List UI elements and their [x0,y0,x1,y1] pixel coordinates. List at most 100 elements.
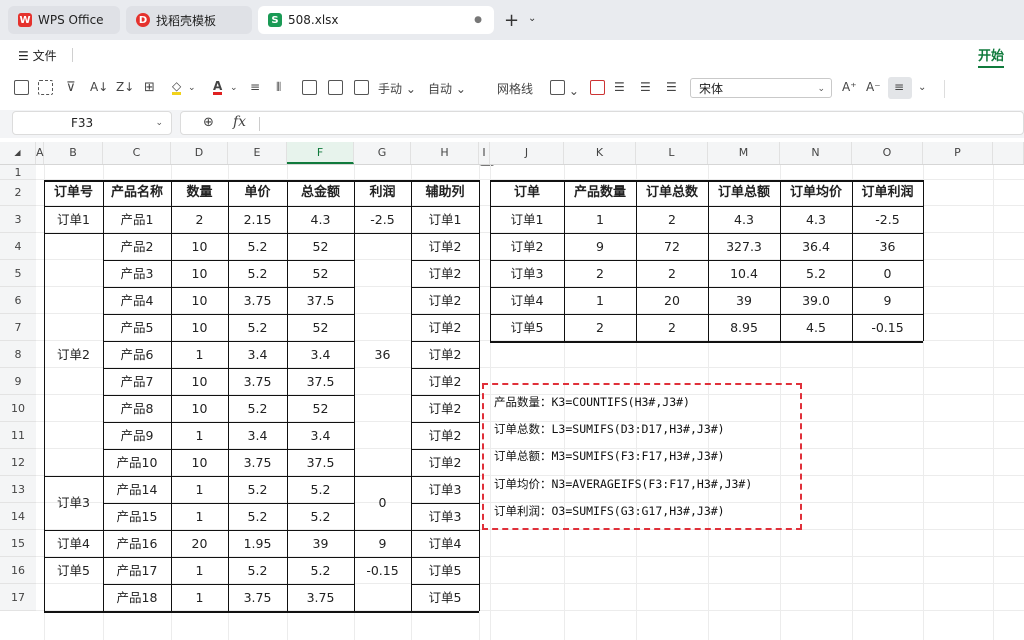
font-color-icon[interactable]: A [213,80,223,95]
column-header-h[interactable]: H [411,142,479,164]
left-table-cell[interactable]: 1 [171,341,228,368]
left-table-cell[interactable] [354,584,411,611]
left-table-cell[interactable]: 4.3 [287,206,354,233]
right-table-header[interactable]: 订单 [490,180,564,206]
right-table-cell[interactable]: 1 [564,206,636,233]
left-table-cell[interactable]: 52 [287,260,354,287]
column-header-f[interactable]: F [287,142,354,164]
left-table-cell[interactable]: 订单5 [44,557,103,584]
right-table-cell[interactable]: 72 [636,233,708,260]
left-table-cell[interactable]: 52 [287,395,354,422]
left-table-cell[interactable]: 5.2 [287,557,354,584]
tab-wps-office[interactable]: W WPS Office [8,6,120,34]
conditional-format-icon[interactable]: ⌄ [550,80,579,98]
row-header-16[interactable]: 16 [0,557,36,584]
left-table-cell[interactable]: 订单2 [411,260,479,287]
left-table-cell[interactable]: 10 [171,314,228,341]
left-table-cell[interactable]: 订单2 [411,395,479,422]
left-table-cell[interactable]: 订单3 [411,476,479,503]
chevron-down-icon[interactable]: ⌄ [188,83,196,93]
left-table-header[interactable]: 利润 [354,180,411,206]
row-header-11[interactable]: 11 [0,422,36,449]
left-table-cell[interactable]: 订单2 [411,287,479,314]
right-table-cell[interactable]: 4.3 [708,206,780,233]
right-table-cell[interactable]: 2 [636,206,708,233]
left-table-cell[interactable]: 产品5 [103,314,171,341]
left-table-cell[interactable]: 36 [354,233,411,476]
left-table-cell[interactable]: 订单3 [411,503,479,530]
row-header-14[interactable]: 14 [0,503,36,530]
left-table-cell[interactable]: 产品10 [103,449,171,476]
right-table-cell[interactable]: 2 [636,314,708,341]
left-table-cell[interactable]: 5.2 [287,503,354,530]
left-table-cell[interactable]: 5.2 [228,233,287,260]
fill-color-icon[interactable]: ◇ [172,80,182,95]
left-table-cell[interactable]: 订单4 [44,530,103,557]
right-table-cell[interactable]: 订单4 [490,287,564,314]
zoom-icon[interactable]: ⊕ [203,115,214,130]
tab-spreadsheet-file[interactable]: S 508.xlsx ● [258,6,494,34]
align-right-icon[interactable]: ☰ [666,80,677,94]
left-table-cell[interactable]: 39 [287,530,354,557]
column-header-d[interactable]: D [171,142,228,164]
column-header-e[interactable]: E [228,142,287,164]
left-table-cell[interactable]: 3.4 [287,422,354,449]
left-table-cell[interactable]: 订单1 [411,206,479,233]
left-table-header[interactable]: 订单号 [44,180,103,206]
left-table-cell[interactable]: 1 [171,422,228,449]
right-table-cell[interactable]: 36.4 [780,233,852,260]
row-header-15[interactable]: 15 [0,530,36,557]
align-left-icon[interactable]: ☰ [614,80,625,94]
right-table-cell[interactable]: 订单5 [490,314,564,341]
column-header-a[interactable]: A [36,142,44,164]
left-table-cell[interactable]: -0.15 [354,557,411,584]
tab-docer-templates[interactable]: D 找稻壳模板 [126,6,252,34]
left-table-cell[interactable]: 9 [354,530,411,557]
left-table-cell[interactable]: 订单2 [411,422,479,449]
left-table-cell[interactable]: 5.2 [228,557,287,584]
left-table-cell[interactable]: 37.5 [287,287,354,314]
chevron-down-icon[interactable]: ⌄ [918,82,926,93]
left-table-cell[interactable]: 订单5 [411,584,479,611]
left-table-header[interactable]: 单价 [228,180,287,206]
format-painter-icon[interactable] [38,80,53,98]
left-table-header[interactable]: 产品名称 [103,180,171,206]
left-table-cell[interactable]: 订单5 [411,557,479,584]
left-table-cell[interactable]: 产品3 [103,260,171,287]
align-center-icon[interactable]: ☰ [640,80,651,94]
left-table-cell[interactable]: 订单2 [411,314,479,341]
row-header-17[interactable]: 17 [0,584,36,611]
right-table-cell[interactable]: 订单1 [490,206,564,233]
left-table-cell[interactable]: 52 [287,233,354,260]
left-table-cell[interactable]: 52 [287,314,354,341]
sort-descending-icon[interactable]: Z↓ [116,80,134,94]
left-table-cell[interactable]: 产品9 [103,422,171,449]
left-table-cell[interactable]: 3.4 [228,422,287,449]
right-table-header[interactable]: 订单利润 [852,180,923,206]
left-table-cell[interactable]: 产品6 [103,341,171,368]
column-header-o[interactable]: O [852,142,923,164]
row-header-6[interactable]: 6 [0,287,36,314]
wrap-text-icon[interactable]: ≡ [250,80,260,94]
row-header-4[interactable]: 4 [0,233,36,260]
right-table-cell[interactable]: 1 [564,287,636,314]
row-header-1[interactable]: 1 [0,165,36,180]
right-table-cell[interactable]: 4.5 [780,314,852,341]
row-col-icon[interactable] [328,80,343,98]
row-header-7[interactable]: 7 [0,314,36,341]
row-header-12[interactable]: 12 [0,449,36,476]
left-table-cell[interactable]: 1 [171,584,228,611]
left-table-cell[interactable]: 产品8 [103,395,171,422]
right-table-header[interactable]: 产品数量 [564,180,636,206]
left-table-cell[interactable]: 1 [171,557,228,584]
left-table-cell[interactable]: 10 [171,395,228,422]
right-table-header[interactable]: 订单总额 [708,180,780,206]
left-table-cell[interactable]: 5.2 [228,314,287,341]
left-table-cell[interactable]: 1 [171,476,228,503]
left-table-cell[interactable] [44,584,103,611]
column-header-g[interactable]: G [354,142,411,164]
left-table-cell[interactable]: 10 [171,233,228,260]
formula-input[interactable]: ⊕ fx [180,111,1024,135]
name-box[interactable]: F33 ⌄ [12,111,172,135]
column-header-l[interactable]: L [636,142,708,164]
